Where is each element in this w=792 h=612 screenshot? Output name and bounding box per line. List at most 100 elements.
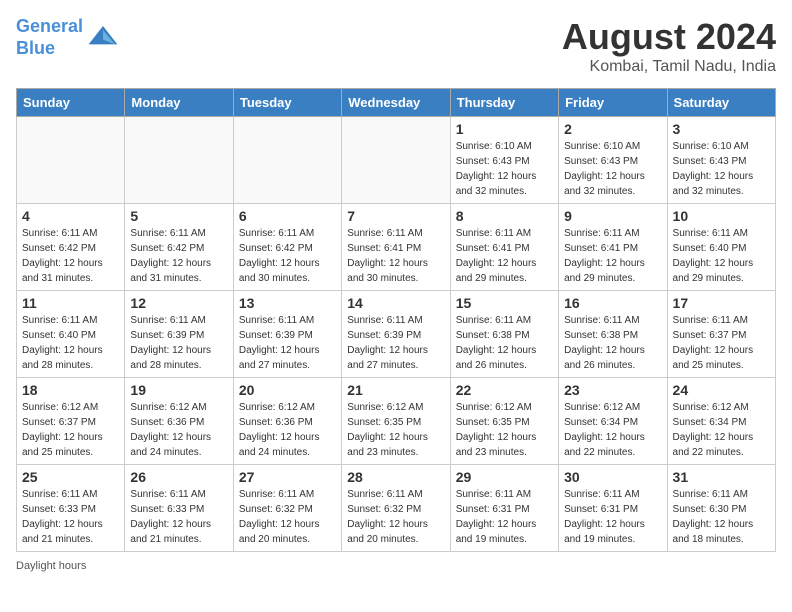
calendar-cell: 3 Sunrise: 6:10 AM Sunset: 6:43 PM Daylig… xyxy=(667,117,775,204)
day-number: 16 xyxy=(564,295,661,311)
calendar-week-2: 4Sunrise: 6:11 AM Sunset: 6:42 PM Daylig… xyxy=(17,204,776,291)
calendar-cell: 12 Sunrise: 6:11 AM Sunset: 6:39 PM Dayli… xyxy=(125,291,233,378)
logo-icon xyxy=(87,22,119,54)
calendar-cell: 30 Sunrise: 6:11 AM Sunset: 6:31 PM Dayli… xyxy=(559,465,667,552)
day-info: Sunrise: 6:11 AM Sunset: 6:39 PM Dayligh… xyxy=(347,313,444,373)
day-number: 10 xyxy=(673,208,770,224)
day-info: Sunrise: 6:11 AM Sunset: 6:39 PM Dayligh… xyxy=(239,313,336,373)
day-info: Sunrise: 6:11 AM Sunset: 6:32 PM Dayligh… xyxy=(347,487,444,547)
calendar-cell: 25 Sunrise: 6:11 AM Sunset: 6:33 PM Dayli… xyxy=(17,465,125,552)
page-header: General Blue August 2024 Kombai, Tamil N… xyxy=(16,16,776,76)
day-info: Sunrise: 6:11 AM Sunset: 6:32 PM Dayligh… xyxy=(239,487,336,547)
day-number: 9 xyxy=(564,208,661,224)
calendar-header-tuesday: Tuesday xyxy=(233,89,341,117)
calendar-week-1: 1Sunrise: 6:10 AM Sunset: 6:43 PM Daylig… xyxy=(17,117,776,204)
day-number: 18 xyxy=(22,382,119,398)
calendar-cell: 14 Sunrise: 6:11 AM Sunset: 6:39 PM Dayli… xyxy=(342,291,450,378)
calendar-cell xyxy=(342,117,450,204)
day-info: Sunrise: 6:11 AM Sunset: 6:40 PM Dayligh… xyxy=(22,313,119,373)
calendar-cell: 21Sunrise: 6:12 AM Sunset: 6:35 PM Dayli… xyxy=(342,378,450,465)
footer-note-text: Daylight hours xyxy=(16,560,86,572)
day-number: 7 xyxy=(347,208,444,224)
calendar-cell: 10Sunrise: 6:11 AM Sunset: 6:40 PM Dayli… xyxy=(667,204,775,291)
day-number: 23 xyxy=(564,382,661,398)
calendar-cell: 15Sunrise: 6:11 AM Sunset: 6:38 PM Dayli… xyxy=(450,291,558,378)
day-info: Sunrise: 6:11 AM Sunset: 6:41 PM Dayligh… xyxy=(564,226,661,286)
month-year: August 2024 xyxy=(562,16,776,58)
calendar-cell: 24Sunrise: 6:12 AM Sunset: 6:34 PM Dayli… xyxy=(667,378,775,465)
calendar-cell: 7 Sunrise: 6:11 AM Sunset: 6:41 PM Daylig… xyxy=(342,204,450,291)
day-number: 13 xyxy=(239,295,336,311)
calendar-header-thursday: Thursday xyxy=(450,89,558,117)
day-info: Sunrise: 6:11 AM Sunset: 6:39 PM Dayligh… xyxy=(130,313,227,373)
logo: General Blue xyxy=(16,16,119,59)
day-number: 15 xyxy=(456,295,553,311)
calendar-table: SundayMondayTuesdayWednesdayThursdayFrid… xyxy=(16,88,776,552)
day-number: 25 xyxy=(22,469,119,485)
day-number: 3 xyxy=(673,121,770,137)
day-number: 22 xyxy=(456,382,553,398)
day-info: Sunrise: 6:11 AM Sunset: 6:37 PM Dayligh… xyxy=(673,313,770,373)
day-number: 12 xyxy=(130,295,227,311)
calendar-cell: 18 Sunrise: 6:12 AM Sunset: 6:37 PM Dayli… xyxy=(17,378,125,465)
calendar-header-sunday: Sunday xyxy=(17,89,125,117)
calendar-week-5: 25 Sunrise: 6:11 AM Sunset: 6:33 PM Dayli… xyxy=(17,465,776,552)
calendar-cell: 2 Sunrise: 6:10 AM Sunset: 6:43 PM Daylig… xyxy=(559,117,667,204)
day-number: 27 xyxy=(239,469,336,485)
day-number: 21 xyxy=(347,382,444,398)
day-info: Sunrise: 6:11 AM Sunset: 6:41 PM Dayligh… xyxy=(456,226,553,286)
day-info: Sunrise: 6:10 AM Sunset: 6:43 PM Dayligh… xyxy=(456,139,553,199)
calendar-cell xyxy=(125,117,233,204)
calendar-cell: 4Sunrise: 6:11 AM Sunset: 6:42 PM Daylig… xyxy=(17,204,125,291)
day-number: 5 xyxy=(130,208,227,224)
calendar-cell: 8Sunrise: 6:11 AM Sunset: 6:41 PM Daylig… xyxy=(450,204,558,291)
day-info: Sunrise: 6:10 AM Sunset: 6:43 PM Dayligh… xyxy=(673,139,770,199)
calendar-cell: 27 Sunrise: 6:11 AM Sunset: 6:32 PM Dayli… xyxy=(233,465,341,552)
calendar-cell: 16 Sunrise: 6:11 AM Sunset: 6:38 PM Dayli… xyxy=(559,291,667,378)
calendar-cell: 28 Sunrise: 6:11 AM Sunset: 6:32 PM Dayli… xyxy=(342,465,450,552)
calendar-cell: 20 Sunrise: 6:12 AM Sunset: 6:36 PM Dayli… xyxy=(233,378,341,465)
calendar-cell: 5Sunrise: 6:11 AM Sunset: 6:42 PM Daylig… xyxy=(125,204,233,291)
day-info: Sunrise: 6:12 AM Sunset: 6:36 PM Dayligh… xyxy=(239,400,336,460)
day-number: 11 xyxy=(22,295,119,311)
logo-text: General Blue xyxy=(16,16,83,59)
day-info: Sunrise: 6:12 AM Sunset: 6:35 PM Dayligh… xyxy=(456,400,553,460)
calendar-header-row: SundayMondayTuesdayWednesdayThursdayFrid… xyxy=(17,89,776,117)
day-number: 2 xyxy=(564,121,661,137)
day-info: Sunrise: 6:11 AM Sunset: 6:33 PM Dayligh… xyxy=(22,487,119,547)
title-block: August 2024 Kombai, Tamil Nadu, India xyxy=(562,16,776,76)
calendar-header-monday: Monday xyxy=(125,89,233,117)
day-number: 17 xyxy=(673,295,770,311)
day-info: Sunrise: 6:10 AM Sunset: 6:43 PM Dayligh… xyxy=(564,139,661,199)
day-info: Sunrise: 6:11 AM Sunset: 6:31 PM Dayligh… xyxy=(564,487,661,547)
day-number: 4 xyxy=(22,208,119,224)
calendar-cell: 22 Sunrise: 6:12 AM Sunset: 6:35 PM Dayli… xyxy=(450,378,558,465)
calendar-cell xyxy=(17,117,125,204)
day-number: 29 xyxy=(456,469,553,485)
calendar-cell: 31Sunrise: 6:11 AM Sunset: 6:30 PM Dayli… xyxy=(667,465,775,552)
day-info: Sunrise: 6:12 AM Sunset: 6:37 PM Dayligh… xyxy=(22,400,119,460)
calendar-week-4: 18 Sunrise: 6:12 AM Sunset: 6:37 PM Dayli… xyxy=(17,378,776,465)
day-number: 31 xyxy=(673,469,770,485)
location: Kombai, Tamil Nadu, India xyxy=(562,58,776,76)
day-info: Sunrise: 6:12 AM Sunset: 6:36 PM Dayligh… xyxy=(130,400,227,460)
day-number: 28 xyxy=(347,469,444,485)
day-number: 24 xyxy=(673,382,770,398)
calendar-cell: 1Sunrise: 6:10 AM Sunset: 6:43 PM Daylig… xyxy=(450,117,558,204)
day-number: 6 xyxy=(239,208,336,224)
calendar-cell: 17 Sunrise: 6:11 AM Sunset: 6:37 PM Dayli… xyxy=(667,291,775,378)
day-info: Sunrise: 6:11 AM Sunset: 6:31 PM Dayligh… xyxy=(456,487,553,547)
calendar-header-wednesday: Wednesday xyxy=(342,89,450,117)
day-info: Sunrise: 6:11 AM Sunset: 6:33 PM Dayligh… xyxy=(130,487,227,547)
calendar-cell: 9 Sunrise: 6:11 AM Sunset: 6:41 PM Daylig… xyxy=(559,204,667,291)
day-number: 30 xyxy=(564,469,661,485)
day-number: 20 xyxy=(239,382,336,398)
calendar-cell: 26Sunrise: 6:11 AM Sunset: 6:33 PM Dayli… xyxy=(125,465,233,552)
day-number: 14 xyxy=(347,295,444,311)
calendar-cell: 6Sunrise: 6:11 AM Sunset: 6:42 PM Daylig… xyxy=(233,204,341,291)
calendar-cell: 29 Sunrise: 6:11 AM Sunset: 6:31 PM Dayli… xyxy=(450,465,558,552)
calendar-cell: 19Sunrise: 6:12 AM Sunset: 6:36 PM Dayli… xyxy=(125,378,233,465)
day-info: Sunrise: 6:11 AM Sunset: 6:41 PM Dayligh… xyxy=(347,226,444,286)
day-info: Sunrise: 6:11 AM Sunset: 6:38 PM Dayligh… xyxy=(564,313,661,373)
calendar-cell: 23Sunrise: 6:12 AM Sunset: 6:34 PM Dayli… xyxy=(559,378,667,465)
